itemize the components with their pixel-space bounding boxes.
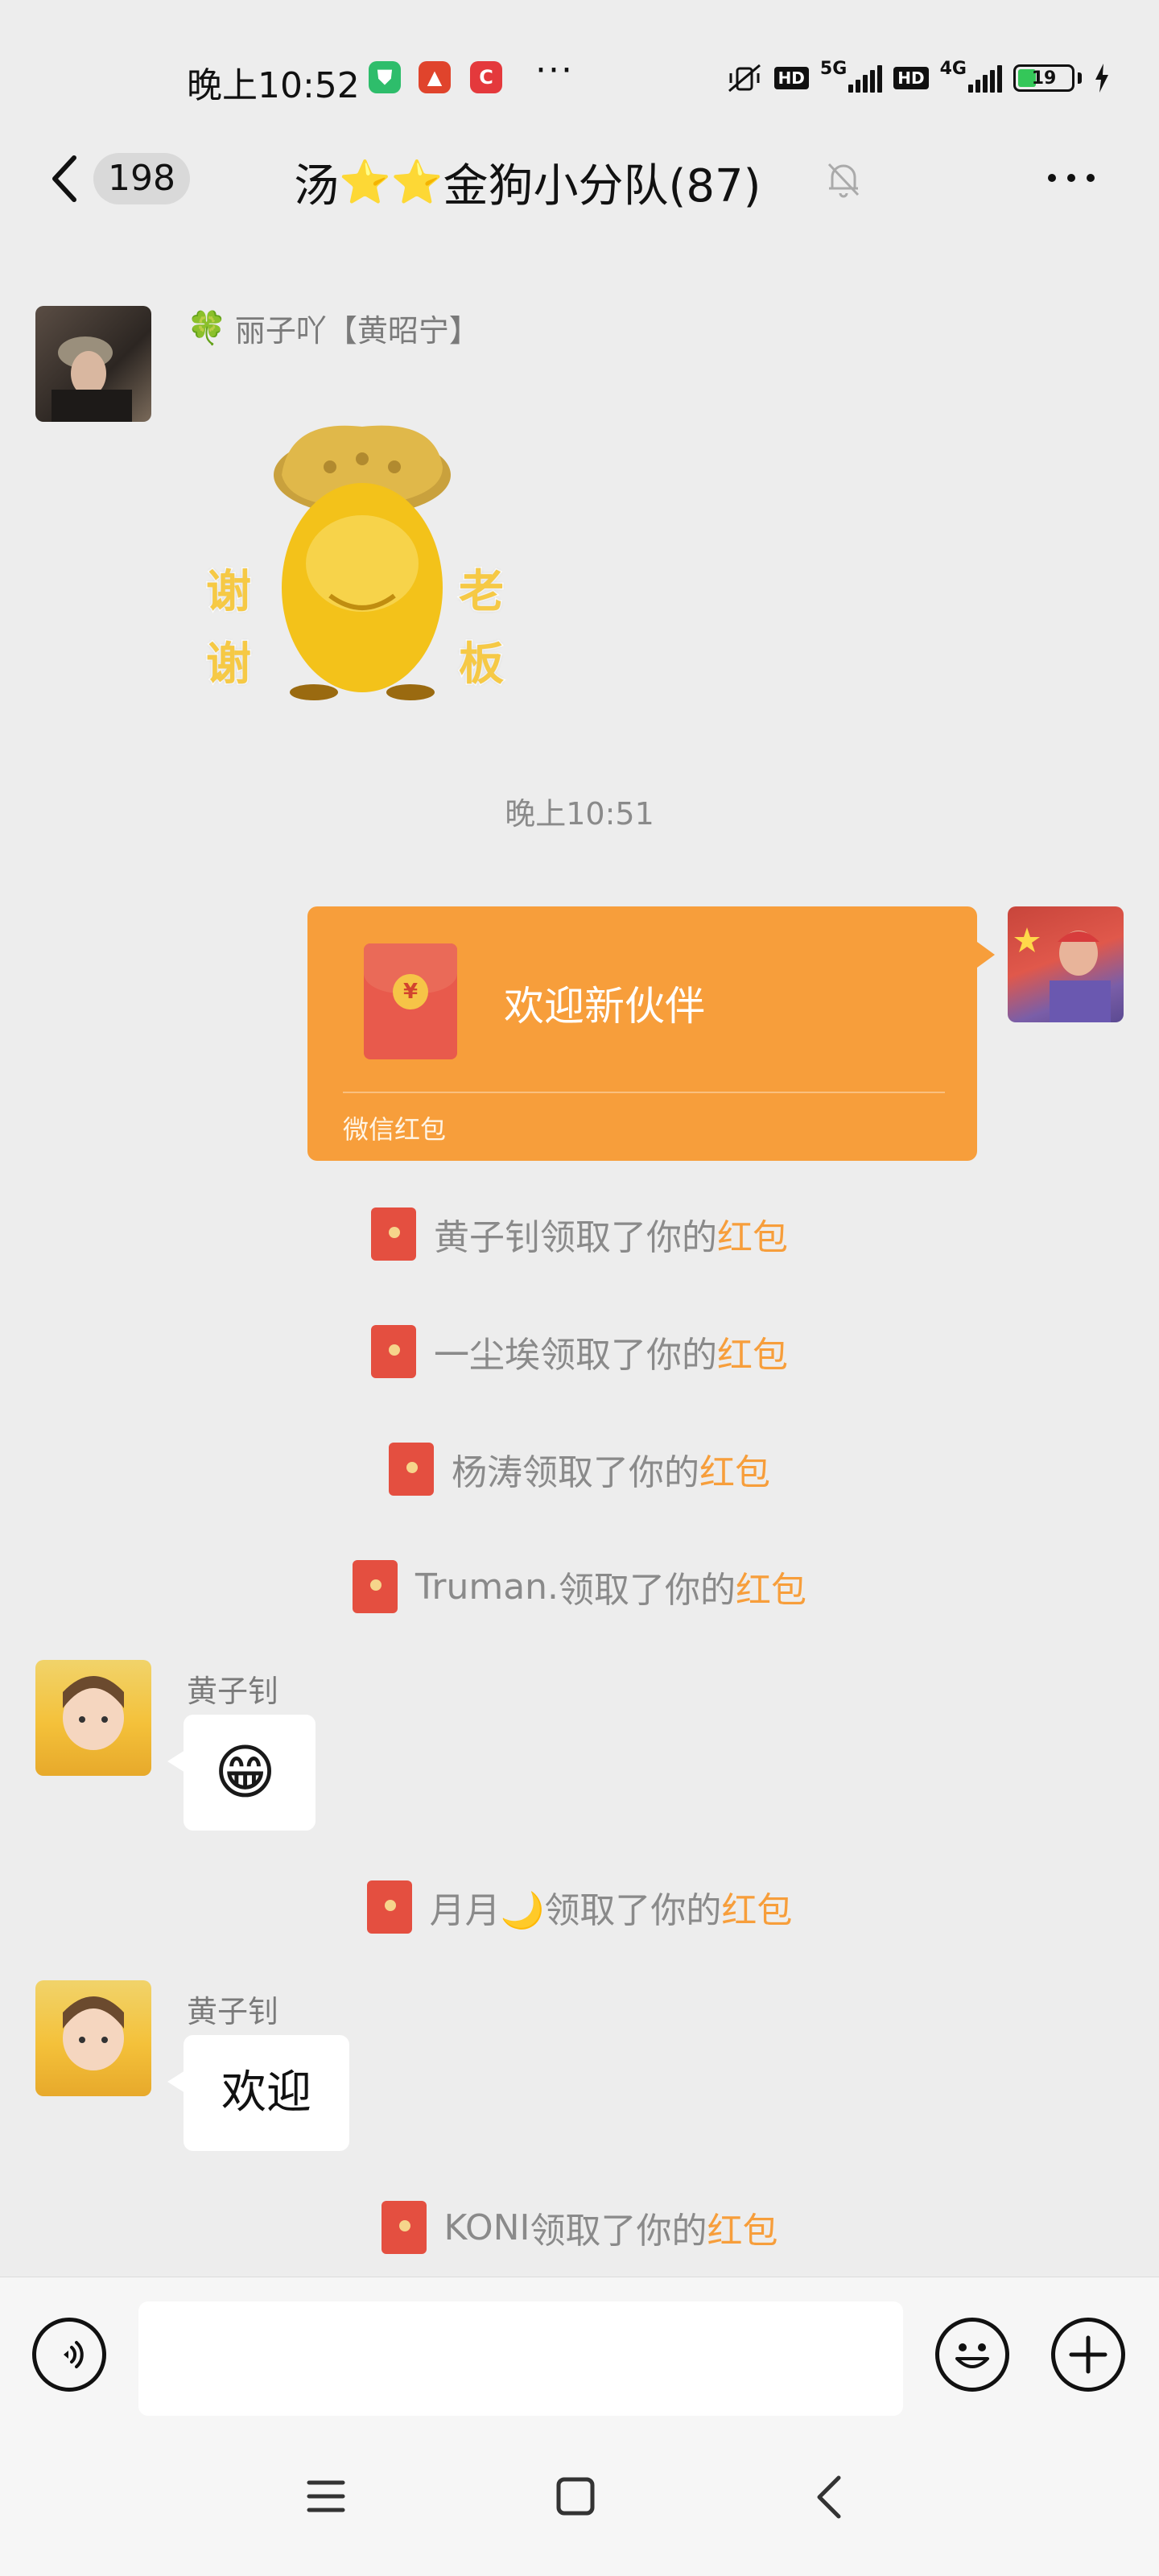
network-type: 5G	[819, 58, 848, 79]
red-packet-notice: 黄子钊 领取了你的 红包	[0, 1208, 1159, 1261]
home-square-icon[interactable]	[555, 2476, 596, 2516]
notice-name: 一尘埃	[434, 1335, 540, 1376]
avatar[interactable]	[35, 306, 151, 422]
c-app-icon: C	[470, 61, 502, 93]
notice-name: KONI	[443, 2207, 530, 2248]
grin-emoji: 😁	[214, 1738, 277, 1807]
charging-icon	[1095, 64, 1108, 93]
network-type: 4G	[939, 58, 967, 79]
hd-badge: HD	[773, 67, 809, 89]
red-packet-notice: Truman. 领取了你的 红包	[0, 1560, 1159, 1613]
notice-text: 领取了你的	[540, 1335, 717, 1376]
chat-title-prefix: 汤	[294, 160, 339, 213]
sender-name: 黄子钊	[187, 1994, 279, 2029]
sender-row: 🍀 丽子吖【黄昭宁】	[187, 306, 480, 350]
notice-name: 黄子钊	[434, 1217, 540, 1258]
status-time: 晚上10:52	[187, 65, 360, 106]
red-packet-link[interactable]: 红包	[717, 1326, 788, 1377]
unread-count-badge[interactable]: 198	[93, 153, 190, 204]
notice-name: Truman.	[415, 1566, 559, 1608]
clover-icon: 🍀	[187, 310, 227, 347]
input-bar	[0, 2277, 1159, 2432]
avatar[interactable]	[35, 1980, 151, 2096]
shield-app-icon: ⛊	[369, 61, 401, 93]
message-bubble[interactable]: 😁	[167, 1715, 316, 1831]
red-packet-notice: 杨涛 领取了你的 红包	[0, 1443, 1159, 1496]
status-more-icon: ···	[535, 50, 574, 91]
message-bubble[interactable]: 欢迎	[167, 2035, 349, 2151]
star-icon: ⭐	[390, 159, 443, 207]
chat-title-text: 金狗小分队(87)	[443, 160, 761, 213]
red-packet-link[interactable]: 红包	[699, 1443, 770, 1495]
divider	[343, 1092, 945, 1093]
signal-icon	[968, 64, 1002, 93]
red-envelope-icon	[389, 1443, 434, 1496]
battery-tip	[1078, 72, 1082, 84]
chevron-left-icon[interactable]	[48, 153, 80, 204]
notice-name: 月月🌙	[429, 1890, 545, 1931]
smiley-icon[interactable]	[935, 2318, 1009, 2392]
red-packet-card[interactable]: ¥ 欢迎新伙伴 微信红包	[307, 906, 995, 1161]
plus-icon[interactable]	[1051, 2318, 1125, 2392]
hd-badge: HD	[893, 67, 929, 89]
red-packet-link[interactable]: 红包	[736, 1561, 806, 1612]
notice-text: 领取了你的	[530, 2211, 707, 2252]
red-packet-link[interactable]: 红包	[721, 1881, 792, 1933]
sticker-text: 谢	[205, 565, 253, 620]
red-packet-link[interactable]: 红包	[707, 2202, 777, 2253]
red-envelope-icon	[352, 1560, 398, 1613]
red-packet-notice: 月月🌙 领取了你的 红包	[0, 1880, 1159, 1934]
notice-text: 领取了你的	[540, 1217, 717, 1258]
message-input[interactable]	[138, 2301, 903, 2416]
more-horizontal-icon[interactable]	[1048, 174, 1095, 182]
sender-name: 黄子钊	[187, 1674, 279, 1709]
sticker-text: 谢	[205, 638, 253, 692]
battery-level: 19	[1031, 68, 1057, 89]
avatar[interactable]	[35, 1660, 151, 1776]
sticker-text: 老	[458, 565, 505, 620]
red-packet-title: 欢迎新伙伴	[504, 983, 705, 1030]
red-envelope-icon	[371, 1208, 416, 1261]
timestamp-divider: 晚上10:51	[505, 796, 654, 832]
sticker-message[interactable]: 谢 谢 老 板	[201, 402, 523, 708]
battery-icon: 19	[1013, 64, 1074, 92]
menu-icon[interactable]	[306, 2478, 346, 2515]
chat-title: 汤 ⭐ ⭐ 金狗小分队(87)	[294, 150, 761, 215]
red-packet-notice: KONI 领取了你的 红包	[0, 2201, 1159, 2254]
sticker-text: 板	[458, 638, 505, 692]
vibrate-off-icon	[728, 64, 761, 93]
sender-name: 丽子吖【黄昭宁】	[234, 313, 480, 349]
notice-text: 领取了你的	[544, 1890, 722, 1931]
status-indicators: HD 5G HD 4G 19	[726, 58, 1111, 98]
status-bar: 晚上10:52 ⛊ ▲ C ··· HD 5G HD 4G 19	[0, 0, 1159, 145]
avatar[interactable]	[1008, 906, 1124, 1022]
notice-text: 领取了你的	[522, 1452, 699, 1493]
red-packet-label: 微信红包	[343, 1114, 447, 1145]
red-envelope-icon	[371, 1325, 416, 1378]
signal-icon	[848, 64, 883, 93]
voice-icon[interactable]	[32, 2318, 106, 2392]
notice-text: 领取了你的	[559, 1570, 736, 1611]
red-envelope-icon: ¥	[364, 943, 457, 1059]
notice-name: 杨涛	[452, 1452, 522, 1493]
back-triangle-icon[interactable]	[813, 2475, 845, 2520]
star-icon: ⭐	[339, 159, 391, 207]
red-packet-notice: 一尘埃 领取了你的 红包	[0, 1325, 1159, 1378]
system-nav-bar	[0, 2431, 1159, 2576]
bell-off-icon	[827, 163, 860, 198]
game-app-icon: ▲	[419, 61, 451, 93]
red-envelope-icon	[381, 2201, 427, 2254]
red-envelope-icon	[366, 1880, 412, 1934]
red-packet-link[interactable]: 红包	[717, 1208, 788, 1260]
coin-icon: ¥	[393, 974, 428, 1009]
